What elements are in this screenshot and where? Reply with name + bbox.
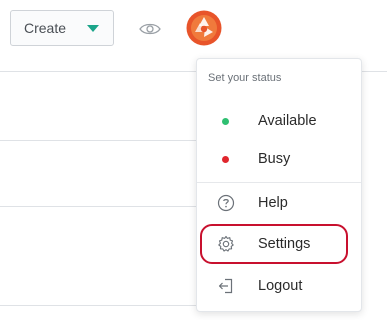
eye-icon[interactable] xyxy=(139,22,161,36)
settings-label: Settings xyxy=(258,236,311,252)
help-menu-item[interactable]: Help xyxy=(197,186,361,220)
busy-dot-icon xyxy=(222,155,229,163)
status-available-item[interactable]: Available xyxy=(197,104,361,138)
settings-menu-item[interactable]: Settings xyxy=(197,227,361,261)
user-menu-dropdown: Set your status Available Busy Help Sett… xyxy=(196,58,362,312)
status-busy-label: Busy xyxy=(258,151,291,167)
user-avatar[interactable] xyxy=(186,10,222,46)
help-label: Help xyxy=(258,195,288,211)
gear-icon xyxy=(218,235,234,252)
available-dot-icon xyxy=(222,117,229,125)
page-divider xyxy=(0,305,200,306)
logout-menu-item[interactable]: Logout xyxy=(197,269,361,303)
page-divider xyxy=(0,206,200,207)
status-heading: Set your status xyxy=(208,72,282,84)
app-page: Create Set your status Available Busy He… xyxy=(0,0,387,320)
status-busy-item[interactable]: Busy xyxy=(197,142,361,176)
create-button[interactable]: Create xyxy=(10,10,114,46)
menu-divider xyxy=(197,182,361,183)
create-button-label: Create xyxy=(24,20,67,36)
status-available-label: Available xyxy=(258,113,317,129)
logout-icon xyxy=(218,278,233,294)
logout-label: Logout xyxy=(258,278,303,294)
caret-down-icon xyxy=(87,25,99,32)
page-divider xyxy=(0,140,200,141)
help-circle-icon xyxy=(217,194,235,212)
